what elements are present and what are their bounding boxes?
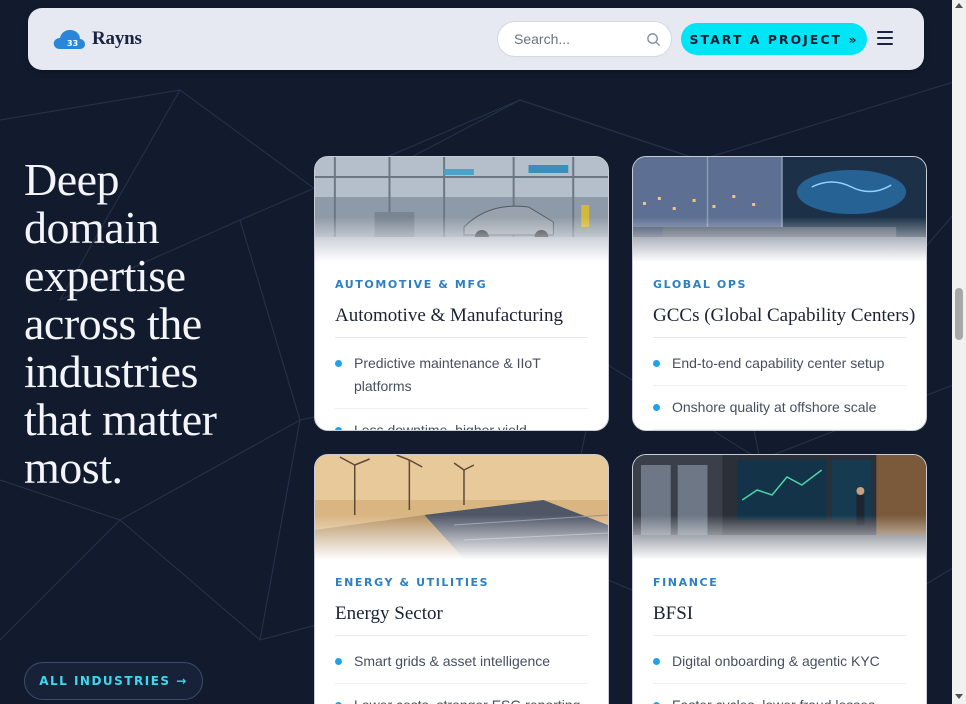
hero-heading: Deep domain expertise across the industr… bbox=[24, 156, 294, 492]
card-bullet-list: Predictive maintenance & IIoT platforms … bbox=[335, 352, 588, 430]
card-bullet: Less downtime, higher yield bbox=[335, 419, 588, 430]
site-header: 33 Rayns START A PROJECT » bbox=[28, 8, 924, 70]
brand-logo[interactable]: 33 Rayns bbox=[52, 27, 142, 51]
card-bullet: Smart grids & asset intelligence bbox=[335, 650, 588, 684]
card-bullet: End-to-end capability center setup bbox=[653, 352, 906, 386]
hero-heading-line: that matter bbox=[24, 394, 217, 445]
card-title: BFSI bbox=[653, 603, 906, 636]
hamburger-menu-icon[interactable] bbox=[877, 31, 893, 45]
image-fade bbox=[633, 217, 926, 262]
card-tag: FINANCE bbox=[653, 576, 719, 589]
card-body: AUTOMOTIVE & MFG Automotive & Manufactur… bbox=[335, 278, 588, 430]
industry-card-energy[interactable]: ENERGY & UTILITIES Energy Sector Smart g… bbox=[314, 454, 609, 704]
card-body: GLOBAL OPS GCCs (Global Capability Cente… bbox=[653, 278, 915, 430]
card-bullet: Predictive maintenance & IIoT platforms bbox=[335, 352, 588, 409]
cloud-logo-icon: 33 bbox=[53, 30, 85, 49]
card-tag: GLOBAL OPS bbox=[653, 278, 748, 291]
search-input[interactable] bbox=[514, 31, 639, 47]
all-industries-button[interactable]: ALL INDUSTRIES → bbox=[24, 662, 203, 700]
image-fade bbox=[315, 515, 608, 560]
start-project-button[interactable]: START A PROJECT » bbox=[681, 23, 867, 55]
scroll-down-arrow-icon[interactable] bbox=[955, 694, 963, 699]
brand-name: Rayns bbox=[92, 28, 142, 49]
industry-card-automotive[interactable]: AUTOMOTIVE & MFG Automotive & Manufactur… bbox=[314, 156, 609, 431]
card-bullet: Faster cycles, lower fraud losses bbox=[653, 694, 906, 704]
card-body: ENERGY & UTILITIES Energy Sector Smart g… bbox=[335, 576, 588, 704]
card-bullet-list: Smart grids & asset intelligence Lower c… bbox=[335, 650, 588, 704]
image-fade bbox=[633, 515, 926, 560]
scroll-up-arrow-icon[interactable] bbox=[955, 3, 963, 8]
industry-card-bfsi[interactable]: FINANCE BFSI Digital onboarding & agenti… bbox=[632, 454, 927, 704]
card-bullet: Lower costs, stronger ESG reporting bbox=[335, 694, 588, 704]
card-title: Automotive & Manufacturing bbox=[335, 305, 588, 338]
search-box[interactable] bbox=[497, 21, 672, 57]
hero-heading-line: across the bbox=[24, 298, 202, 349]
hero-heading-line: domain bbox=[24, 202, 159, 253]
card-bullet-list: Digital onboarding & agentic KYC Faster … bbox=[653, 650, 906, 704]
hero-heading-line: most. bbox=[24, 442, 123, 493]
industry-card-gcc[interactable]: GLOBAL OPS GCCs (Global Capability Cente… bbox=[632, 156, 927, 431]
scroll-thumb[interactable] bbox=[955, 288, 963, 340]
search-icon[interactable] bbox=[646, 32, 661, 47]
image-fade bbox=[315, 217, 608, 262]
card-title: Energy Sector bbox=[335, 603, 588, 636]
card-body: FINANCE BFSI Digital onboarding & agenti… bbox=[653, 576, 906, 704]
hero-heading-line: Deep bbox=[24, 154, 120, 205]
card-bullet: Digital onboarding & agentic KYC bbox=[653, 650, 906, 684]
card-title: GCCs (Global Capability Centers) bbox=[653, 305, 915, 338]
svg-text:33: 33 bbox=[67, 39, 78, 48]
hero-heading-line: industries bbox=[24, 346, 198, 397]
page-scrollbar[interactable] bbox=[952, 0, 966, 704]
hero-heading-line: expertise bbox=[24, 250, 186, 301]
card-tag: ENERGY & UTILITIES bbox=[335, 576, 490, 589]
card-bullet-list: End-to-end capability center setup Onsho… bbox=[653, 352, 906, 430]
card-bullet: Onshore quality at offshore scale bbox=[653, 396, 906, 430]
card-tag: AUTOMOTIVE & MFG bbox=[335, 278, 488, 291]
